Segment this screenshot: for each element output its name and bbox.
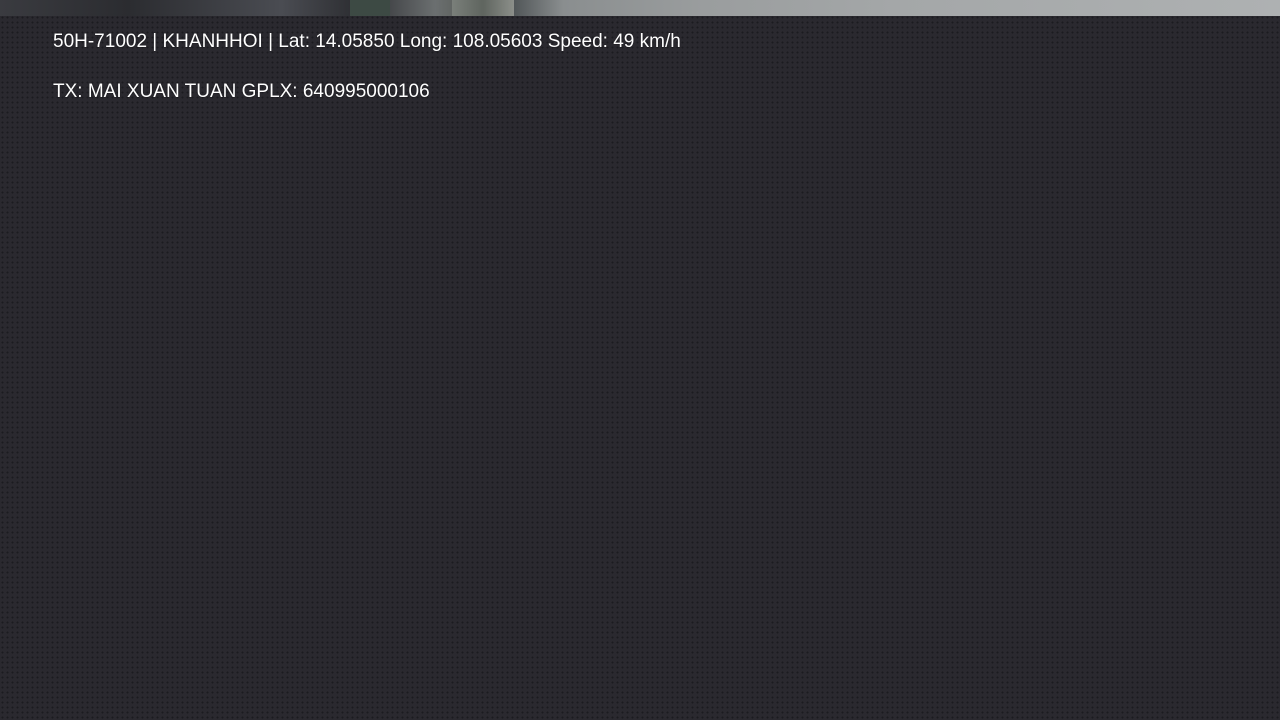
- vehicle-info-overlay: 50H-71002 | KHANHHOI | Lat: 14.05850 Lon…: [53, 31, 681, 52]
- camera-feed-detail: [452, 0, 514, 16]
- camera-view: 50H-71002 | KHANHHOI | Lat: 14.05850 Lon…: [0, 0, 1280, 720]
- driver-info-overlay: TX: MAI XUAN TUAN GPLX: 640995000106: [53, 81, 430, 102]
- camera-feed-detail: [350, 0, 390, 16]
- camera-feed-strip: [0, 0, 1280, 16]
